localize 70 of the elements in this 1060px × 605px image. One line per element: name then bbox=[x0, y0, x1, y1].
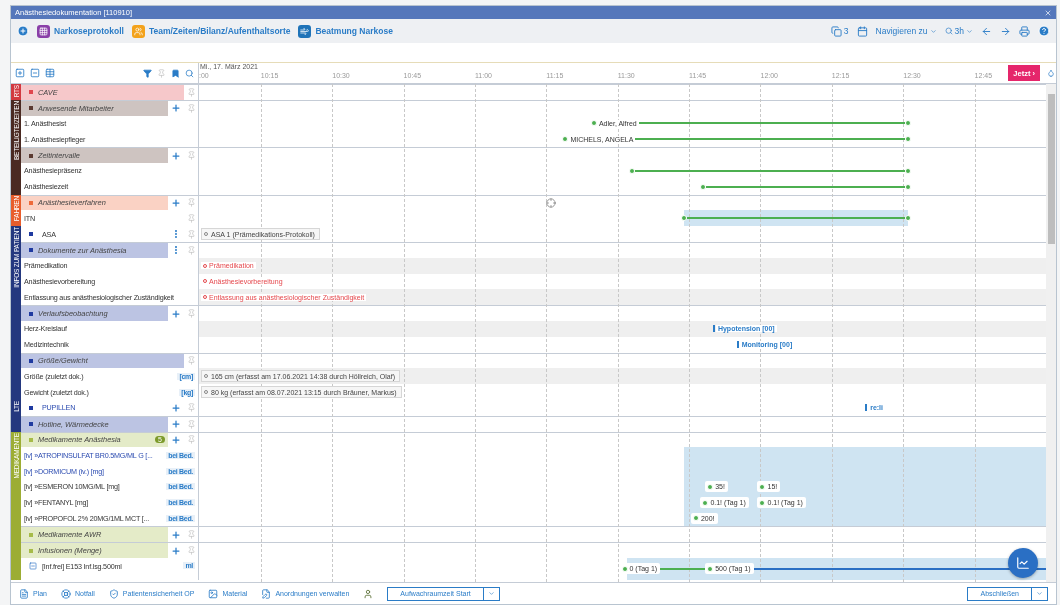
document-icon bbox=[19, 588, 29, 599]
dropdown-button[interactable] bbox=[1032, 586, 1048, 601]
team-icon bbox=[133, 26, 143, 36]
lifebuoy-icon bbox=[61, 588, 71, 599]
shield-icon bbox=[108, 588, 119, 599]
caret-icon bbox=[929, 27, 937, 35]
marker-bar-icon bbox=[865, 404, 868, 412]
module-tab[interactable]: Narkoseprotokoll bbox=[37, 24, 124, 38]
end-dot bbox=[905, 215, 911, 222]
forward-icon[interactable] bbox=[1000, 25, 1011, 37]
lungs-icon bbox=[300, 26, 310, 36]
status-dot bbox=[759, 499, 766, 506]
filter-icon[interactable] bbox=[143, 68, 152, 78]
start-dot bbox=[590, 120, 597, 127]
status-dot bbox=[702, 499, 709, 506]
window-count: 3 bbox=[843, 26, 849, 36]
chart-icon bbox=[1016, 556, 1030, 570]
add-icon[interactable] bbox=[17, 25, 29, 37]
status-dot bbox=[707, 565, 714, 572]
add-icon[interactable] bbox=[171, 150, 181, 161]
windows-button[interactable]: 3 bbox=[830, 25, 849, 37]
help-icon[interactable] bbox=[1038, 25, 1050, 37]
tab-label: Team/Zeiten/Bilanz/Aufenthaltsorte bbox=[148, 26, 291, 36]
marker-bar-icon bbox=[736, 341, 739, 349]
calendar-icon[interactable] bbox=[856, 25, 868, 37]
add-icon[interactable] bbox=[171, 434, 181, 445]
status-dot bbox=[621, 565, 628, 572]
crosshair-icon[interactable] bbox=[546, 197, 557, 208]
caret-icon bbox=[966, 27, 973, 35]
collapse-icon[interactable] bbox=[29, 561, 37, 570]
collapse-all-icon[interactable] bbox=[30, 68, 40, 78]
table-icon[interactable] bbox=[45, 68, 55, 78]
scrollbar[interactable] bbox=[1046, 84, 1056, 582]
back-icon[interactable] bbox=[981, 25, 992, 37]
add-icon[interactable] bbox=[171, 545, 181, 556]
file-edit-icon bbox=[261, 588, 272, 599]
status-dot bbox=[707, 483, 714, 490]
caret-icon bbox=[487, 590, 495, 597]
add-icon[interactable] bbox=[171, 419, 181, 430]
end-dot bbox=[905, 120, 911, 127]
add-icon[interactable] bbox=[171, 197, 181, 208]
expand-all-icon[interactable] bbox=[15, 68, 25, 78]
chart-button[interactable] bbox=[1008, 548, 1038, 578]
caret-icon bbox=[1036, 590, 1043, 597]
end-dot bbox=[905, 136, 911, 143]
module-tab[interactable]: Team/Zeiten/Bilanz/Aufenthaltsorte bbox=[131, 24, 291, 38]
end-dot bbox=[905, 183, 911, 190]
image-icon bbox=[208, 588, 219, 599]
add-icon[interactable] bbox=[171, 402, 181, 413]
add-icon[interactable] bbox=[171, 529, 181, 540]
tab-label: Beatmung Narkose bbox=[315, 26, 393, 36]
zoom-dropdown[interactable]: 3h bbox=[944, 26, 973, 36]
add-icon[interactable] bbox=[171, 308, 181, 319]
status-dot bbox=[692, 515, 699, 522]
tab-label: Narkoseprotokoll bbox=[54, 26, 124, 36]
grid-icon bbox=[39, 26, 48, 36]
module-tab[interactable]: Beatmung Narkose bbox=[298, 24, 393, 38]
bookmark-icon[interactable] bbox=[171, 68, 180, 78]
search-icon[interactable] bbox=[185, 68, 194, 78]
search-icon bbox=[944, 27, 953, 35]
status-dot bbox=[759, 483, 766, 490]
windows-icon bbox=[830, 25, 842, 37]
print-icon[interactable] bbox=[1019, 25, 1030, 37]
add-icon[interactable] bbox=[171, 103, 181, 114]
close-icon[interactable] bbox=[1044, 8, 1052, 17]
drop-icon[interactable] bbox=[1047, 69, 1055, 77]
person-icon[interactable] bbox=[363, 588, 374, 599]
zoom-label: 3h bbox=[954, 26, 964, 36]
marker-bar-icon bbox=[712, 325, 715, 333]
end-dot bbox=[905, 167, 911, 174]
